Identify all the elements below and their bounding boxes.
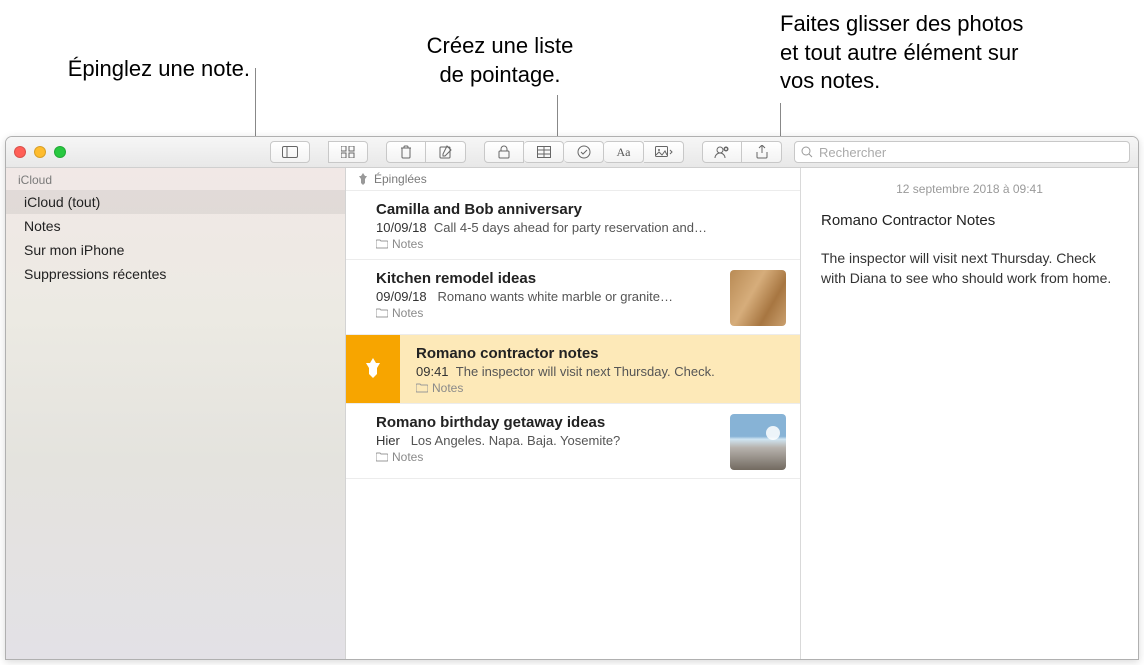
pin-swipe-action[interactable] — [346, 335, 400, 403]
folder-icon — [376, 239, 388, 249]
note-snippet: Los Angeles. Napa. Baja. Yosemite? — [411, 433, 621, 448]
minimize-window-button[interactable] — [34, 146, 46, 158]
close-window-button[interactable] — [14, 146, 26, 158]
sidebar-item-recently-deleted[interactable]: Suppressions récentes — [6, 262, 345, 286]
note-thumbnail — [730, 270, 786, 326]
note-title: Romano contractor notes — [416, 345, 786, 362]
note-folder-label: Notes — [432, 381, 463, 395]
search-field[interactable] — [794, 141, 1130, 163]
table-button[interactable] — [524, 141, 564, 163]
sidebar-item-on-my-iphone[interactable]: Sur mon iPhone — [6, 238, 345, 262]
note-title: Kitchen remodel ideas — [376, 270, 720, 287]
lock-note-button[interactable] — [484, 141, 524, 163]
note-date: 09:41 — [416, 364, 449, 379]
note-snippet: Romano wants white marble or granite… — [437, 289, 673, 304]
new-note-button[interactable] — [426, 141, 466, 163]
editor-title: Romano Contractor Notes — [821, 212, 1118, 229]
collaborate-button[interactable] — [702, 141, 742, 163]
note-date: Hier — [376, 433, 400, 448]
sidebar-item-label: Notes — [24, 218, 61, 234]
callout-pin: Épinglez une note. — [30, 55, 250, 84]
callout-checklist: Créez une listede pointage. — [400, 32, 600, 89]
sidebar-item-label: Sur mon iPhone — [24, 242, 124, 258]
note-title: Romano birthday getaway ideas — [376, 414, 720, 431]
search-icon — [801, 146, 813, 158]
sidebar-section-header: iCloud — [6, 168, 345, 190]
pushpin-icon — [362, 356, 384, 382]
titlebar: Aa — [6, 137, 1138, 168]
sidebar-item-label: iCloud (tout) — [24, 194, 100, 210]
sidebar: iCloud iCloud (tout) Notes Sur mon iPhon… — [6, 168, 346, 659]
editor-body: The inspector will visit next Thursday. … — [821, 249, 1118, 288]
note-item[interactable]: Camilla and Bob anniversary 10/09/18 Cal… — [346, 191, 800, 260]
notes-window: Aa iCloud iCloud (tout) Notes Sur mon — [5, 136, 1139, 660]
folder-icon — [376, 452, 388, 462]
pinned-label: Épinglées — [374, 172, 427, 186]
toggle-sidebar-button[interactable] — [270, 141, 310, 163]
note-date: 09/09/18 — [376, 289, 427, 304]
note-title: Camilla and Bob anniversary — [376, 201, 786, 218]
note-item[interactable]: Romano birthday getaway ideas Hier Los A… — [346, 404, 800, 479]
note-item-selected[interactable]: Romano contractor notes 09:41 The inspec… — [346, 335, 800, 404]
note-timestamp: 12 septembre 2018 à 09:41 — [821, 182, 1118, 196]
note-snippet: The inspector will visit next Thursday. … — [456, 364, 715, 379]
sidebar-item-notes[interactable]: Notes — [6, 214, 345, 238]
note-folder-label: Notes — [392, 306, 423, 320]
note-item[interactable]: Kitchen remodel ideas 09/09/18 Romano wa… — [346, 260, 800, 335]
delete-note-button[interactable] — [386, 141, 426, 163]
note-snippet: Call 4-5 days ahead for party reservatio… — [434, 220, 707, 235]
pushpin-icon — [358, 173, 368, 185]
window-controls — [14, 146, 66, 158]
note-folder-label: Notes — [392, 237, 423, 251]
notes-list: Épinglées Camilla and Bob anniversary 10… — [346, 168, 801, 659]
callout-drag: Faites glisser des photoset tout autre é… — [780, 10, 1120, 96]
checklist-button[interactable] — [564, 141, 604, 163]
search-input[interactable] — [819, 145, 1123, 160]
sidebar-item-label: Suppressions récentes — [24, 266, 166, 282]
media-button[interactable] — [644, 141, 684, 163]
note-date: 10/09/18 — [376, 220, 427, 235]
format-button[interactable]: Aa — [604, 141, 644, 163]
list-view-button[interactable] — [328, 141, 368, 163]
folder-icon — [416, 383, 428, 393]
zoom-window-button[interactable] — [54, 146, 66, 158]
note-folder-label: Notes — [392, 450, 423, 464]
note-thumbnail — [730, 414, 786, 470]
pinned-section-header: Épinglées — [346, 168, 800, 191]
sidebar-item-icloud-all[interactable]: iCloud (tout) — [6, 190, 345, 214]
note-editor[interactable]: 12 septembre 2018 à 09:41 Romano Contrac… — [801, 168, 1138, 659]
share-button[interactable] — [742, 141, 782, 163]
folder-icon — [376, 308, 388, 318]
